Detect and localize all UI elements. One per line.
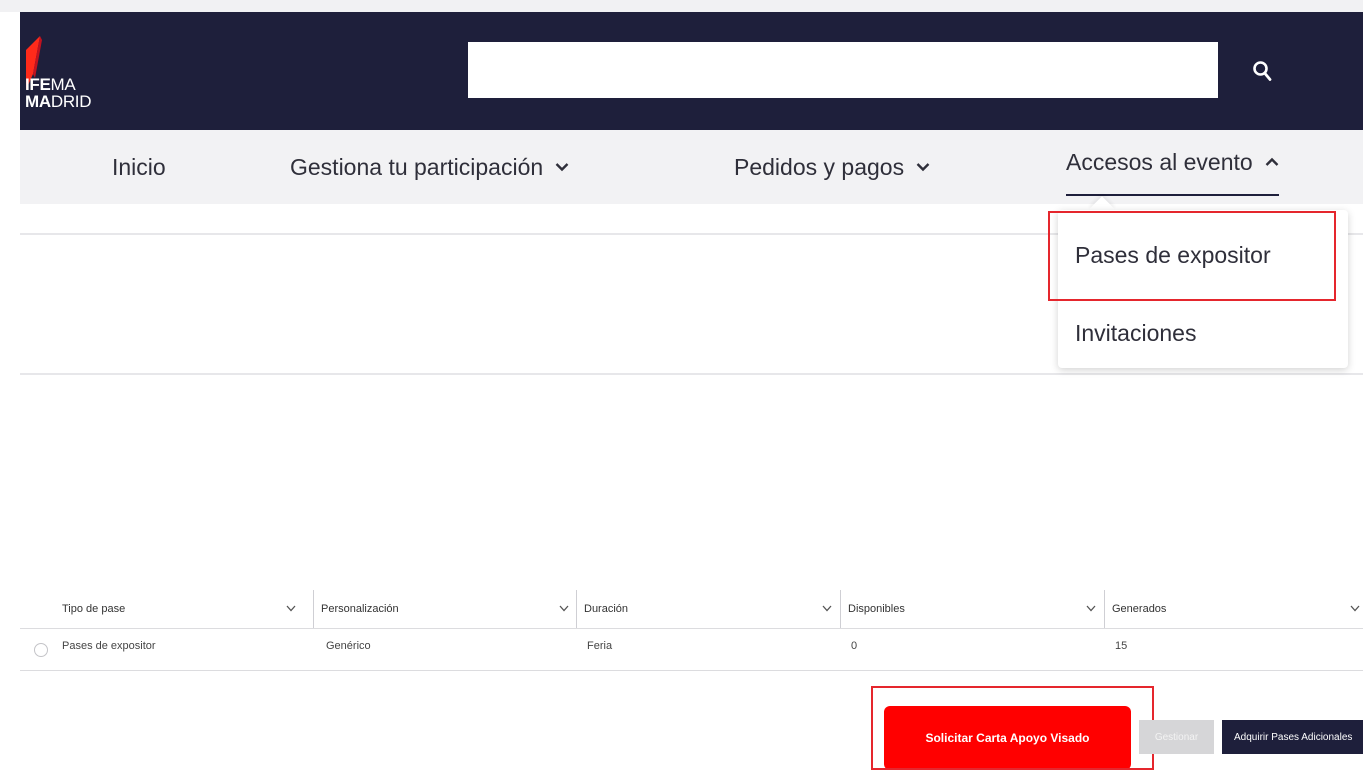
sort-chevron-icon[interactable]	[820, 598, 834, 618]
table-cell: Feria	[587, 640, 613, 652]
nav-item-gestiona[interactable]: Gestiona tu participación	[290, 130, 569, 204]
ifema-madrid-logo[interactable]: IFEMA MADRID	[20, 34, 130, 114]
column-separator	[576, 590, 577, 628]
nav-item-inicio[interactable]: Inicio	[112, 130, 166, 204]
highlight-box	[1048, 211, 1336, 301]
adquirir-pases-button[interactable]: Adquirir Pases Adicionales	[1222, 720, 1363, 754]
column-separator	[840, 590, 841, 628]
row-divider	[20, 670, 1363, 671]
search-input[interactable]	[468, 42, 1218, 98]
column-header-duracion: Duración	[584, 603, 629, 615]
column-separator	[313, 590, 314, 628]
top-strip	[0, 0, 1363, 12]
nav-item-label: Accesos al evento	[1066, 148, 1253, 175]
logo-text: IFEMA MADRID	[25, 75, 92, 111]
nav-item-label: Inicio	[112, 153, 166, 180]
table-cell: Genérico	[326, 640, 371, 652]
column-header-generados: Generados	[1112, 603, 1167, 615]
app-header: IFEMA MADRID	[20, 12, 1363, 130]
chevron-up-icon	[1265, 157, 1279, 167]
column-header-personalizacion: Personalización	[321, 603, 399, 615]
column-separator	[1104, 590, 1105, 628]
table-cell: 15	[1115, 640, 1128, 652]
menu-item-invitaciones[interactable]: Invitaciones	[1075, 320, 1196, 347]
chevron-down-icon	[916, 162, 930, 172]
section-divider	[20, 373, 1363, 375]
table-cell: Pases de expositor	[62, 640, 156, 652]
nav-item-label: Pedidos y pagos	[734, 153, 905, 180]
nav-item-label: Gestiona tu participación	[290, 153, 544, 180]
sort-chevron-icon[interactable]	[284, 598, 298, 618]
header-divider	[20, 628, 1363, 629]
search-icon	[1253, 61, 1272, 81]
gestionar-button[interactable]: Gestionar	[1139, 720, 1214, 754]
highlight-box	[871, 686, 1154, 770]
sort-chevron-icon[interactable]	[1084, 598, 1098, 618]
sort-chevron-icon[interactable]	[1348, 598, 1362, 618]
search-button[interactable]	[1238, 48, 1286, 94]
column-header-tipo: Tipo de pase	[62, 603, 126, 615]
main-nav: Inicio Gestiona tu participación Pedidos…	[20, 130, 1363, 204]
chevron-down-icon	[555, 162, 569, 172]
nav-item-accesos[interactable]: Accesos al evento	[1066, 130, 1279, 196]
sort-chevron-icon[interactable]	[557, 598, 571, 618]
row-select-radio[interactable]	[34, 643, 48, 657]
column-header-disponibles: Disponibles	[848, 603, 905, 615]
table-cell: 0	[851, 640, 858, 652]
nav-item-pedidos[interactable]: Pedidos y pagos	[734, 130, 930, 204]
